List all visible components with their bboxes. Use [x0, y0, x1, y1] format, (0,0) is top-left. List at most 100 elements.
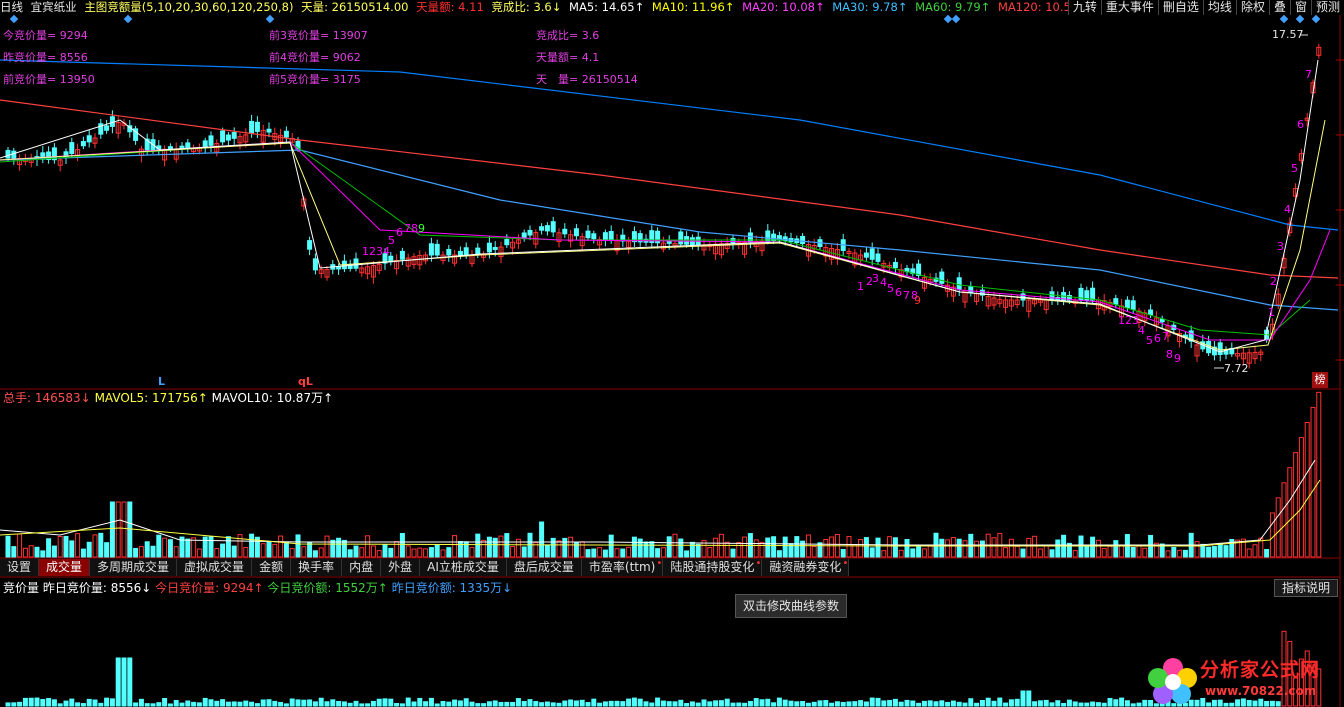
- auction-bar: [602, 701, 608, 707]
- tab-7[interactable]: 外盘: [381, 559, 421, 576]
- volume-bar: [695, 543, 701, 558]
- volume-bar: [881, 550, 887, 558]
- tab-9[interactable]: 盘后成交量: [506, 559, 582, 576]
- auction-bar: [927, 700, 933, 707]
- auction-bar: [504, 701, 510, 707]
- event-diamond-icon: [951, 14, 961, 24]
- auction-bar: [417, 697, 423, 707]
- candlestick: [283, 130, 289, 138]
- volume-bar: [979, 540, 985, 558]
- volume-bar: [481, 539, 487, 558]
- auction-bar: [1055, 700, 1061, 707]
- auction-bar: [121, 657, 127, 707]
- tab-10[interactable]: 市盈率(ttm) •: [581, 558, 664, 576]
- mavol5-line: [0, 479, 1321, 547]
- auction-bar: [1020, 690, 1026, 707]
- volume-bar: [1298, 437, 1304, 558]
- ranking-badge[interactable]: 榜: [1312, 372, 1328, 388]
- auction-bar: [173, 700, 179, 707]
- candlestick: [486, 242, 492, 253]
- volume-bar: [1101, 548, 1107, 558]
- candlestick: [249, 120, 255, 134]
- sequence-number: 123: [1118, 314, 1139, 327]
- tab-3[interactable]: 虚拟成交量: [177, 559, 253, 576]
- auction-bar: [289, 698, 295, 707]
- auction-bar: [974, 702, 980, 707]
- volume-bar: [1264, 549, 1270, 558]
- auction-bar: [34, 697, 40, 707]
- indicator-help-button[interactable]: 指标说明: [1274, 579, 1338, 597]
- auction-bar: [834, 701, 840, 707]
- tab-0[interactable]: 设置: [0, 559, 40, 576]
- auction-bar: [672, 701, 678, 707]
- auction-bar: [1275, 701, 1281, 707]
- prev5-auction-volume: 前5竞价量= 3175: [269, 73, 361, 86]
- tab-5[interactable]: 换手率: [291, 559, 343, 576]
- tab-6[interactable]: 内盘: [342, 559, 382, 576]
- auction-bar: [788, 700, 794, 707]
- volume-bar: [1275, 497, 1281, 558]
- volume-bar: [423, 548, 429, 558]
- auction-bar: [1240, 698, 1246, 707]
- tab-2[interactable]: 多周期成交量: [90, 559, 178, 576]
- auction-bar: [359, 703, 365, 707]
- volume-bar: [892, 537, 898, 558]
- chart-canvas[interactable]: 123456 7 8 91 2 3 4 5 6 7 8912345 6 78 91234567: [0, 0, 1344, 707]
- tab-11[interactable]: 陆股通持股变化 •: [663, 558, 763, 576]
- volume-bar: [243, 546, 249, 558]
- yesterday-auction-amount: 昨日竞价额: 1335万↓: [391, 581, 513, 595]
- volume-bar: [608, 534, 614, 558]
- auction-bar: [643, 701, 649, 707]
- candlestick: [492, 246, 498, 250]
- auction-bar: [185, 700, 191, 707]
- volume-bar: [1287, 467, 1293, 558]
- auction-bar: [811, 701, 817, 707]
- auction-bar: [510, 701, 516, 707]
- tab-8[interactable]: AI立桩成交量: [420, 559, 507, 576]
- volume-bar: [341, 539, 347, 558]
- auction-bar: [1235, 699, 1241, 707]
- volume-bar: [214, 548, 220, 558]
- volume-bar: [115, 501, 121, 558]
- volume-bar: [63, 535, 69, 558]
- tab-1[interactable]: 成交量: [39, 559, 91, 576]
- auction-bar: [214, 700, 220, 707]
- auction-bar: [63, 700, 69, 707]
- watermark-url: www.70822.com: [1205, 684, 1317, 698]
- watermark-flower-icon: [1148, 658, 1197, 704]
- sequence-number: 9: [418, 222, 425, 235]
- volume-bar: [707, 547, 713, 558]
- auction-bar: [991, 700, 997, 707]
- volume-bar: [724, 541, 730, 558]
- auction-bar: [1130, 703, 1136, 707]
- sequence-number: 8: [1166, 348, 1173, 361]
- auction-bar: [620, 701, 626, 707]
- auction-info-col1: 今竞价量= 9294 昨竞价量= 8556 前竞价量= 13950: [3, 25, 95, 91]
- sequence-number: 3: [1277, 240, 1284, 253]
- auction-bar: [968, 698, 974, 707]
- volume-bar: [568, 536, 574, 558]
- auction-bar: [179, 702, 185, 707]
- volume-bar: [1171, 547, 1177, 558]
- volume-bar: [1194, 541, 1200, 558]
- auction-bar: [539, 702, 545, 707]
- sequence-number: 4: [1284, 203, 1291, 216]
- auction-bar: [405, 697, 411, 707]
- tab-12[interactable]: 融资融券变化 •: [762, 558, 850, 576]
- auction-bar: [742, 702, 748, 707]
- sequence-number: 6: [1297, 118, 1304, 131]
- tab-4[interactable]: 金额: [252, 559, 292, 576]
- candlestick: [585, 230, 591, 239]
- volume-bar: [782, 536, 788, 558]
- auction-bar: [1124, 700, 1130, 707]
- auction-bar: [353, 700, 359, 707]
- volume-bar: [1293, 452, 1299, 558]
- auction-bar: [713, 700, 719, 707]
- auction-bar: [898, 701, 904, 707]
- volume-bar: [950, 537, 956, 558]
- volume-bar: [823, 538, 829, 558]
- candlestick: [1148, 309, 1154, 316]
- auction-bar: [1223, 702, 1229, 707]
- volume-bar: [80, 548, 86, 558]
- volume-bar: [295, 534, 301, 558]
